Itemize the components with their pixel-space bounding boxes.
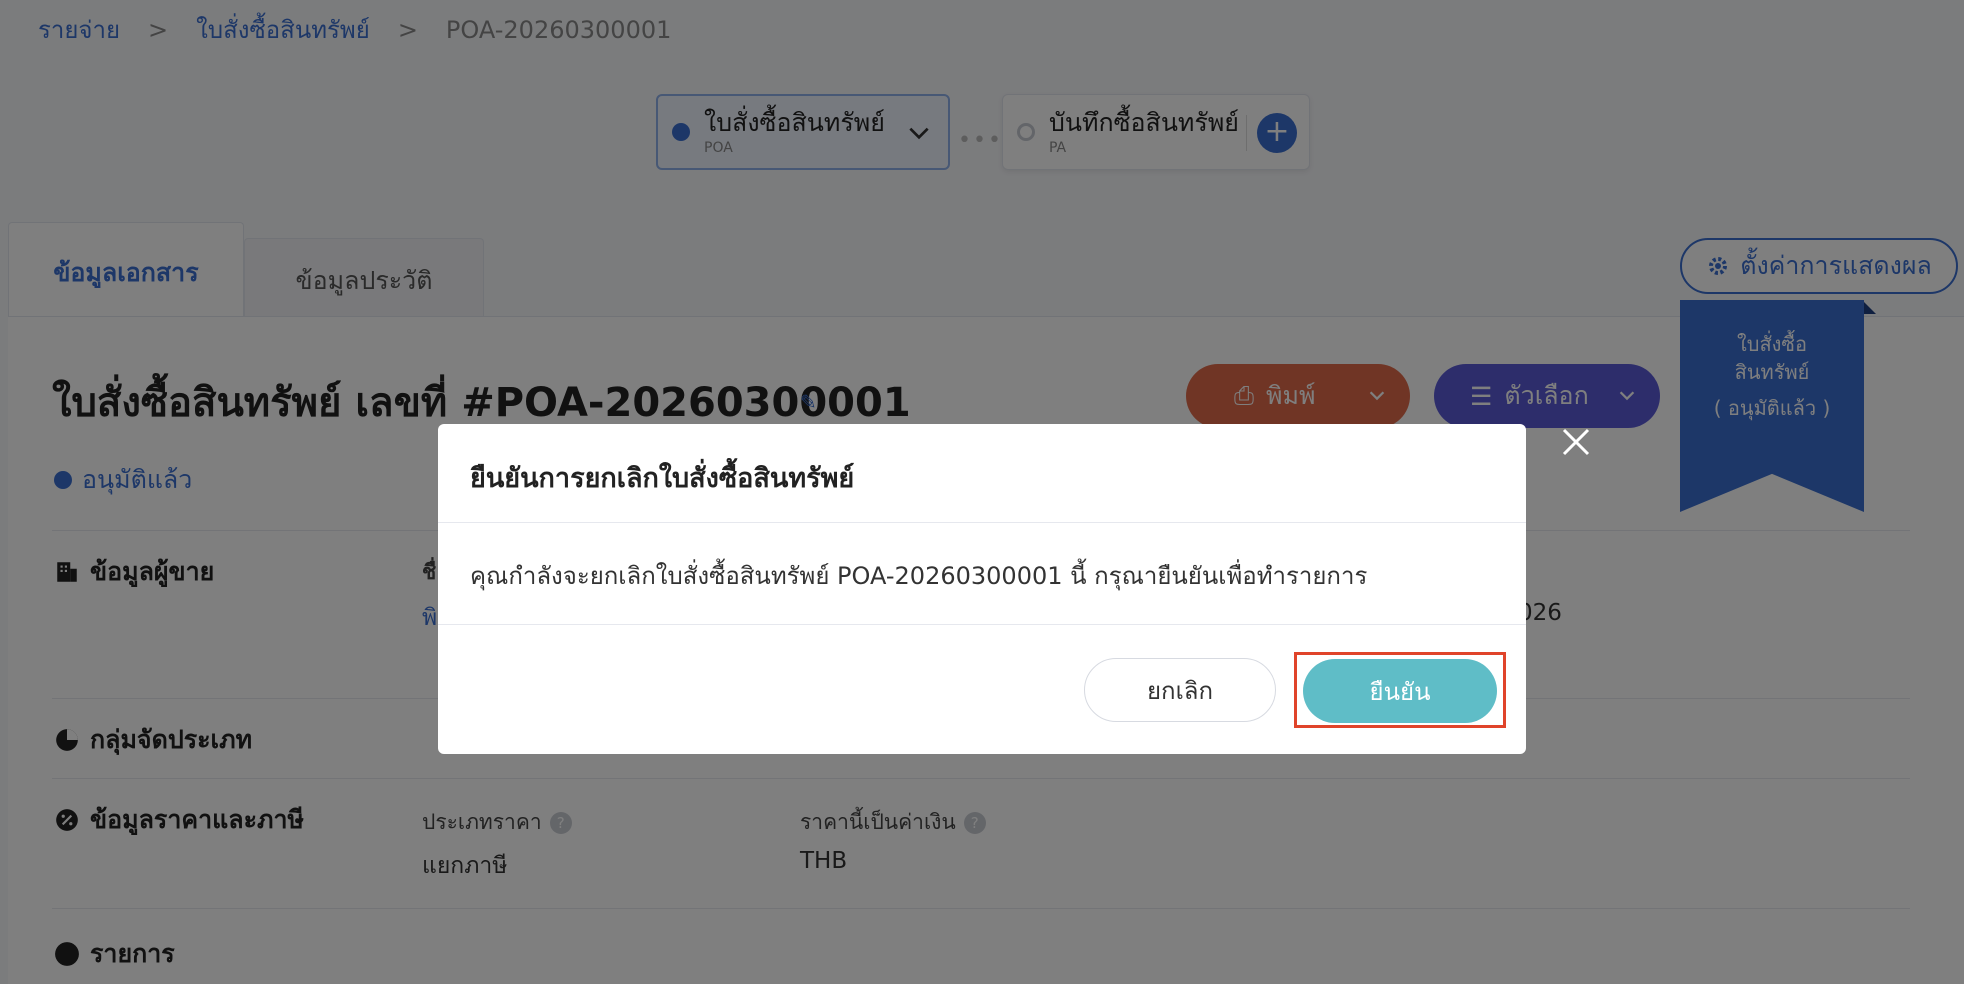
cancel-button[interactable]: ยกเลิก <box>1084 658 1276 722</box>
confirm-button-highlight: ยืนยัน <box>1294 652 1506 728</box>
close-icon[interactable] <box>1560 426 1592 458</box>
confirm-cancel-dialog: ยืนยันการยกเลิกใบสั่งซื้อสินทรัพย์ คุณกำ… <box>438 424 1526 754</box>
divider <box>438 522 1526 523</box>
dialog-message: คุณกำลังจะยกเลิกใบสั่งซื้อสินทรัพย์ POA-… <box>470 562 1368 590</box>
confirm-button[interactable]: ยืนยัน <box>1303 659 1497 723</box>
divider <box>438 624 1526 625</box>
dialog-title: ยืนยันการยกเลิกใบสั่งซื้อสินทรัพย์ <box>470 463 855 494</box>
